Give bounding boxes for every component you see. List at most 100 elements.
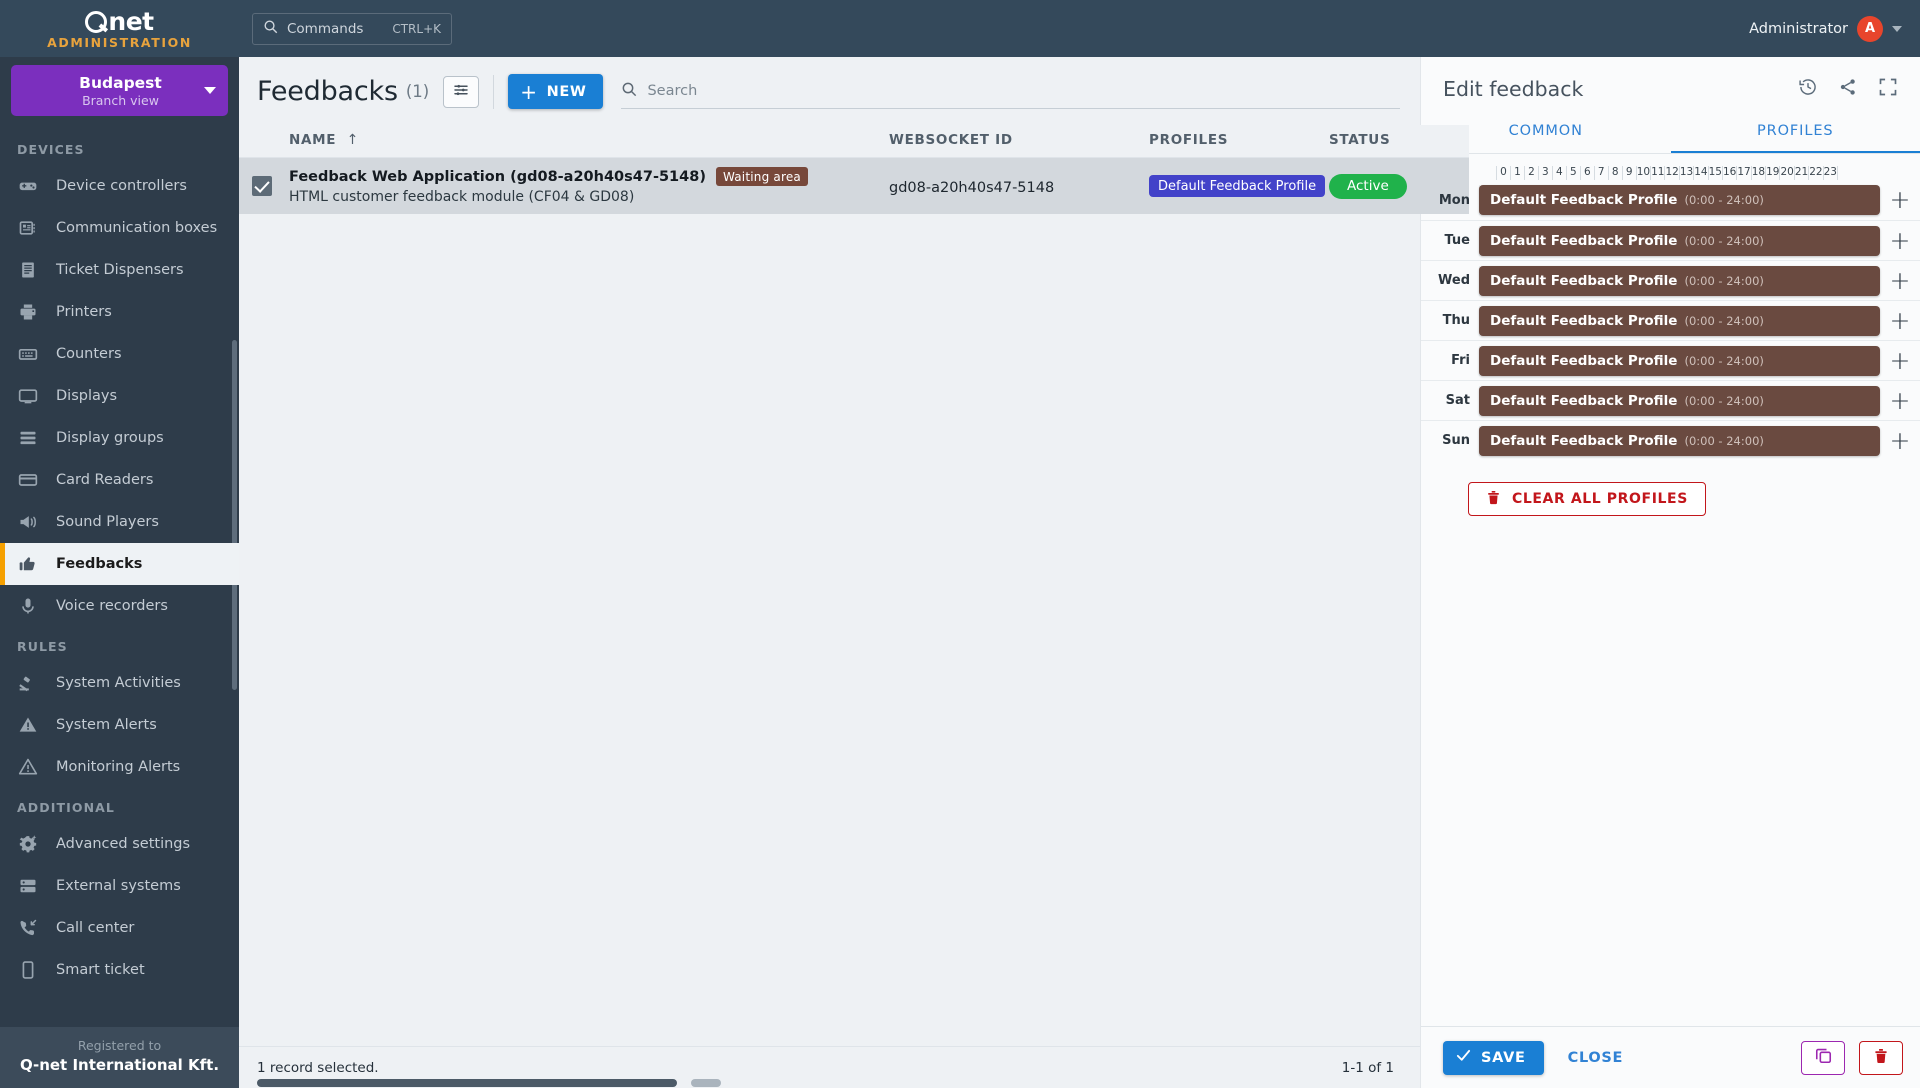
commands-search-box[interactable]: Commands CTRL+K	[252, 12, 452, 45]
user-name: Administrator	[1749, 20, 1848, 37]
sidebar-item-system-activities[interactable]: System Activities	[0, 662, 239, 704]
sidebar-item-voice-recorders[interactable]: Voice recorders	[0, 585, 239, 627]
sidebar-item-ticket-dispensers[interactable]: Ticket Dispensers	[0, 249, 239, 291]
hour-tick: 14	[1693, 166, 1708, 180]
add-profile-button[interactable]: +	[1880, 348, 1920, 373]
profile-bar[interactable]: Default Feedback Profile (0:00 - 24:00)	[1479, 345, 1880, 376]
hour-tick: 16	[1721, 166, 1737, 180]
hour-tick: 23	[1822, 166, 1838, 180]
sidebar-item-external-systems[interactable]: External systems	[0, 865, 239, 907]
duplicate-button[interactable]	[1801, 1040, 1845, 1075]
profile-bar[interactable]: Default Feedback Profile (0:00 - 24:00)	[1479, 225, 1880, 256]
column-label: WEBSOCKET ID	[889, 132, 1013, 148]
branch-name: Budapest	[79, 73, 162, 92]
commands-label: Commands	[287, 20, 364, 37]
sidebar-item-system-alerts[interactable]: System Alerts	[0, 704, 239, 746]
day-track[interactable]: Default Feedback Profile (0:00 - 24:00)	[1479, 265, 1880, 296]
fullscreen-icon[interactable]	[1878, 77, 1898, 101]
sidebar-item-printers[interactable]: Printers	[0, 291, 239, 333]
microphone-icon	[17, 595, 39, 617]
column-header-status[interactable]: STATUS	[1329, 125, 1469, 158]
sidebar-item-label: Display groups	[56, 430, 164, 446]
sidebar-item-label: External systems	[56, 878, 181, 894]
trash-icon	[1873, 1047, 1889, 1069]
sidebar-item-monitoring-alerts[interactable]: Monitoring Alerts	[0, 746, 239, 788]
clear-all-profiles-button[interactable]: CLEAR ALL PROFILES	[1468, 482, 1706, 516]
row-profile-chip[interactable]: Default Feedback Profile	[1149, 175, 1326, 198]
sidebar-item-call-center[interactable]: Call center	[0, 907, 239, 949]
sidebar-item-sound-players[interactable]: Sound Players	[0, 501, 239, 543]
day-track[interactable]: Default Feedback Profile (0:00 - 24:00)	[1479, 345, 1880, 376]
profile-bar[interactable]: Default Feedback Profile (0:00 - 24:00)	[1479, 425, 1880, 456]
sidebar-item-label: Monitoring Alerts	[56, 759, 181, 775]
day-track[interactable]: Default Feedback Profile (0:00 - 24:00)	[1479, 185, 1880, 215]
profile-bar[interactable]: Default Feedback Profile (0:00 - 24:00)	[1479, 185, 1880, 215]
profile-time-range: (0:00 - 24:00)	[1684, 233, 1764, 248]
sidebar-item-card-readers[interactable]: Card Readers	[0, 459, 239, 501]
day-track[interactable]: Default Feedback Profile (0:00 - 24:00)	[1479, 305, 1880, 336]
add-profile-button[interactable]: +	[1880, 428, 1920, 453]
day-track[interactable]: Default Feedback Profile (0:00 - 24:00)	[1479, 225, 1880, 256]
sidebar-item-smart-ticket[interactable]: Smart ticket	[0, 949, 239, 991]
commands-shortcut: CTRL+K	[392, 21, 441, 36]
row-tag-badge: Waiting area	[715, 167, 808, 186]
add-profile-button[interactable]: +	[1880, 187, 1920, 212]
save-button[interactable]: SAVE	[1443, 1040, 1544, 1075]
add-profile-button[interactable]: +	[1880, 308, 1920, 333]
sliders-icon	[452, 81, 470, 103]
profile-bar[interactable]: Default Feedback Profile (0:00 - 24:00)	[1479, 385, 1880, 416]
add-profile-button[interactable]: +	[1880, 228, 1920, 253]
scrollbar-thumb-secondary[interactable]	[691, 1079, 721, 1087]
sidebar-item-label: System Alerts	[56, 717, 157, 733]
delete-button[interactable]	[1859, 1040, 1903, 1075]
branch-selector[interactable]: Budapest Branch view	[11, 65, 228, 116]
filter-settings-button[interactable]	[443, 75, 480, 108]
hour-ruler: 0 1 2 3 4 5 6 7 8 9 10 11 12 13 14 15 16	[1496, 166, 1838, 180]
sidebar-item-counters[interactable]: Counters	[0, 333, 239, 375]
hour-tick: 13	[1678, 166, 1694, 180]
sidebar-item-advanced-settings[interactable]: Advanced settings	[0, 823, 239, 865]
column-header-name[interactable]: NAME ↑	[289, 125, 889, 158]
sidebar-item-label: Voice recorders	[56, 598, 168, 614]
sidebar-item-device-controllers[interactable]: Device controllers	[0, 165, 239, 207]
status-badge: Active	[1329, 173, 1407, 199]
table-row[interactable]: Feedback Web Application (gd08-a20h40s47…	[239, 157, 1469, 214]
day-track[interactable]: Default Feedback Profile (0:00 - 24:00)	[1479, 425, 1880, 456]
new-button[interactable]: + NEW	[508, 74, 604, 109]
hour-tick: 12	[1664, 166, 1679, 180]
plus-icon: +	[520, 79, 538, 104]
user-menu[interactable]: Administrator A	[1749, 15, 1902, 42]
column-header-websocket-id[interactable]: WEBSOCKET ID	[889, 125, 1149, 158]
scrollbar-thumb[interactable]	[257, 1079, 677, 1087]
sidebar-item-label: Card Readers	[56, 472, 154, 488]
hour-tick: 3	[1537, 166, 1552, 180]
share-icon[interactable]	[1838, 77, 1858, 101]
sidebar-item-display-groups[interactable]: Display groups	[0, 417, 239, 459]
q-letter-icon	[85, 11, 108, 33]
horizontal-scrollbar[interactable]	[239, 1078, 1420, 1088]
row-name-cell: Feedback Web Application (gd08-a20h40s47…	[289, 157, 889, 214]
add-profile-button[interactable]: +	[1880, 388, 1920, 413]
add-profile-button[interactable]: +	[1880, 268, 1920, 293]
profile-bar[interactable]: Default Feedback Profile (0:00 - 24:00)	[1479, 305, 1880, 336]
schedule-row-mon: Mon Default Feedback Profile (0:00 - 24:…	[1421, 180, 1920, 220]
day-track[interactable]: Default Feedback Profile (0:00 - 24:00)	[1479, 385, 1880, 416]
registration-info: Registered to Q-net International Kft.	[0, 1027, 239, 1088]
profiles-scheduler: 0 1 2 3 4 5 6 7 8 9 10 11 12 13 14 15 16	[1421, 154, 1920, 1026]
sidebar-item-feedbacks[interactable]: Feedbacks	[0, 543, 239, 585]
sidebar-item-label: Communication boxes	[56, 220, 218, 236]
hour-tick: 11	[1650, 166, 1665, 180]
close-button[interactable]: CLOSE	[1550, 1050, 1642, 1066]
sidebar-item-displays[interactable]: Displays	[0, 375, 239, 417]
column-header-profiles[interactable]: PROFILES	[1149, 125, 1329, 158]
history-icon[interactable]	[1798, 77, 1818, 101]
schedule-row-wed: Wed Default Feedback Profile (0:00 - 24:…	[1421, 260, 1920, 300]
gear-sparkle-icon	[17, 833, 39, 855]
tab-profiles[interactable]: PROFILES	[1670, 113, 1920, 153]
profile-bar[interactable]: Default Feedback Profile (0:00 - 24:00)	[1479, 265, 1880, 296]
search-input[interactable]: Search	[621, 75, 1400, 109]
row-checkbox[interactable]	[252, 176, 272, 196]
sidebar-item-communication-boxes[interactable]: Communication boxes	[0, 207, 239, 249]
page-title: Feedbacks	[257, 76, 398, 107]
profile-name: Default Feedback Profile	[1490, 432, 1678, 449]
